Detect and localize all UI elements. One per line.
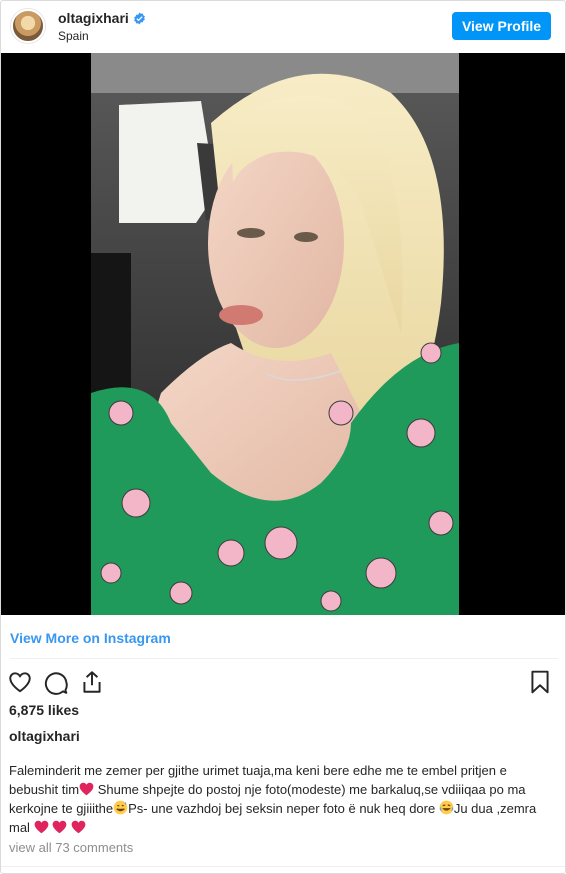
- likes-count[interactable]: 6,875 likes: [9, 702, 79, 718]
- red-heart-emoji: [79, 782, 94, 796]
- sweat-smile-emoji: [113, 800, 128, 815]
- divider: [10, 658, 558, 659]
- post-header: oltagixhari Spain View Profile: [1, 1, 565, 53]
- caption-part-3: Ps- une vazhdoj bej seksin neper foto ë …: [128, 801, 439, 816]
- heart-icon[interactable]: [7, 669, 33, 695]
- bookmark-icon[interactable]: [527, 669, 553, 695]
- post-photo[interactable]: [1, 53, 565, 615]
- action-bar: [1, 665, 565, 699]
- location-link[interactable]: Spain: [58, 29, 89, 43]
- verified-badge-icon: [133, 12, 145, 24]
- caption-owner-link[interactable]: oltagixhari: [9, 728, 80, 744]
- username-row: oltagixhari: [58, 10, 146, 26]
- view-profile-button[interactable]: View Profile: [452, 12, 551, 40]
- red-heart-emoji: [34, 820, 48, 834]
- avatar[interactable]: [11, 9, 45, 43]
- view-more-link[interactable]: View More on Instagram: [10, 630, 171, 646]
- post-caption: Faleminderit me zemer per gjithe urimet …: [9, 761, 557, 837]
- photo-illustration: [1, 53, 565, 615]
- bottom-divider: [1, 866, 565, 867]
- instagram-embed-card: oltagixhari Spain View Profile View More…: [0, 0, 566, 874]
- view-all-comments-link[interactable]: view all 73 comments: [9, 840, 133, 855]
- username-link[interactable]: oltagixhari: [58, 10, 129, 26]
- red-heart-emoji: [71, 820, 86, 834]
- comment-icon[interactable]: [43, 669, 69, 695]
- red-heart-emoji: [52, 820, 67, 834]
- share-icon[interactable]: [79, 669, 105, 695]
- joy-emoji: [439, 800, 454, 815]
